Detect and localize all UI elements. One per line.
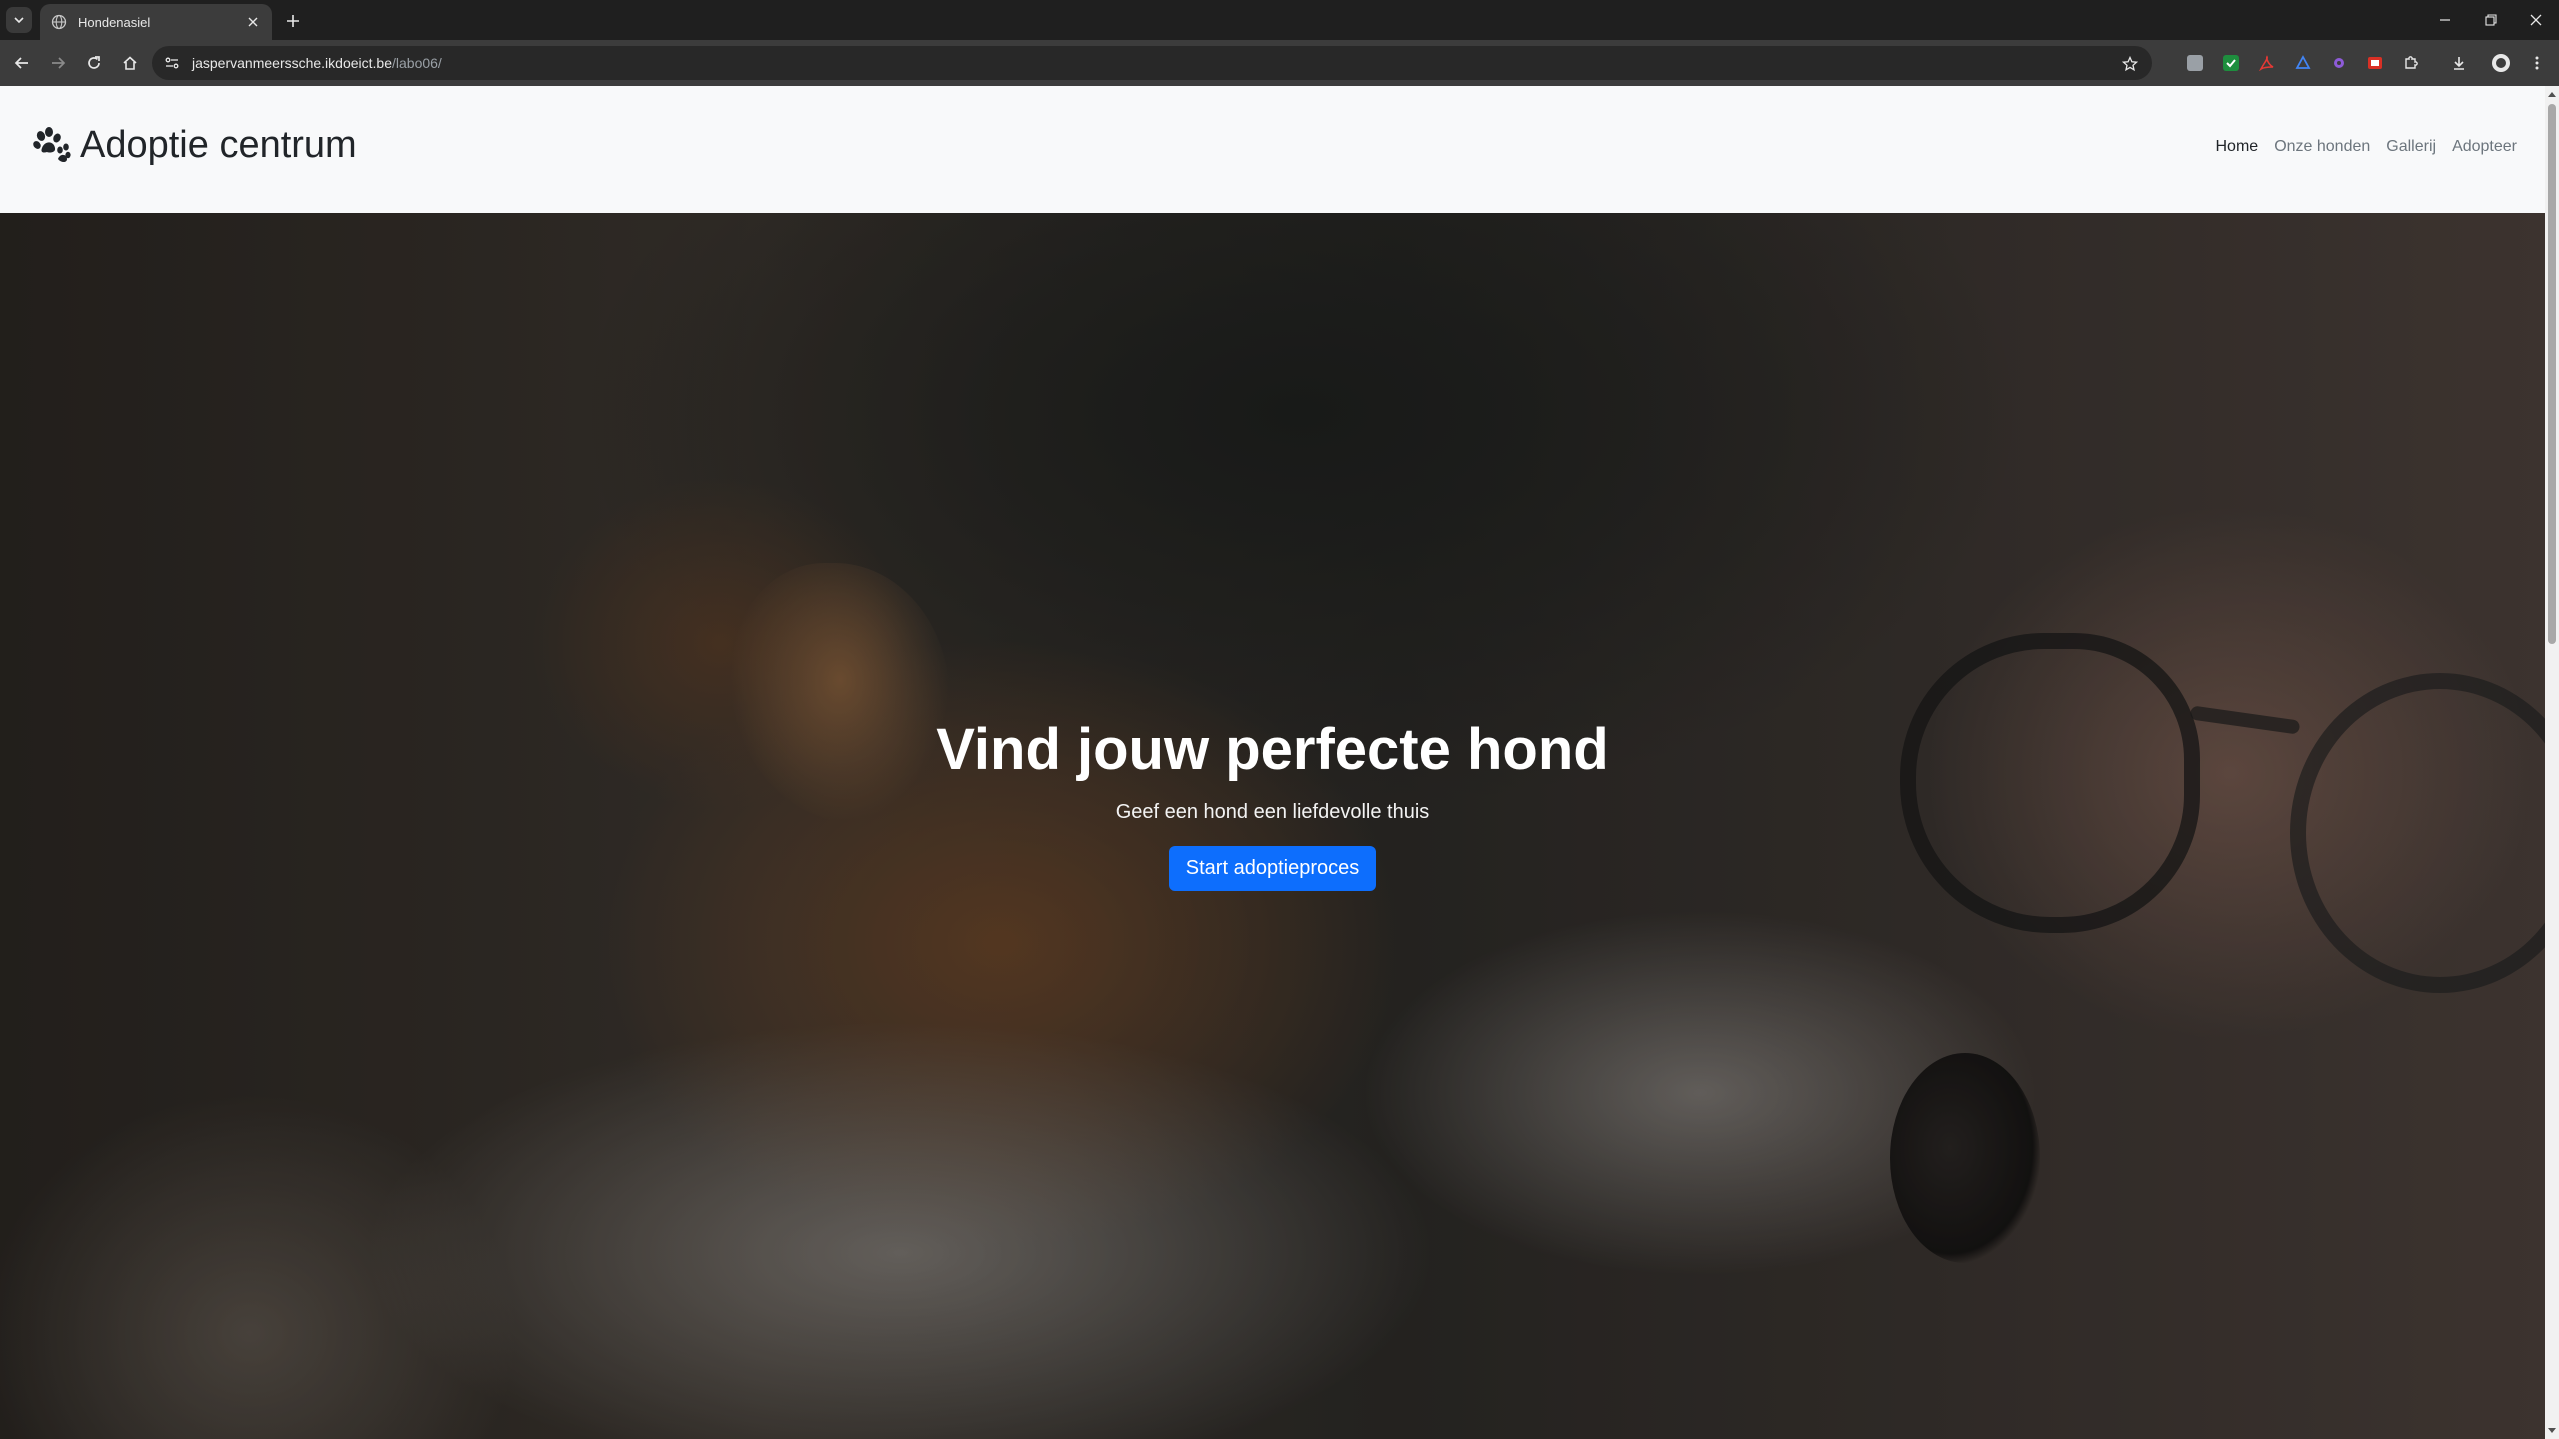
site-navbar: Adoptie centrum Home Onze honden Galleri… <box>0 86 2545 213</box>
arrow-right-icon <box>52 57 66 69</box>
extension-pdf-red-icon[interactable] <box>2256 52 2278 74</box>
start-adoption-button[interactable]: Start adoptieproces <box>1168 845 1377 891</box>
forward-button[interactable] <box>44 49 72 77</box>
new-tab-button[interactable] <box>280 8 306 34</box>
nav-link-gallerij[interactable]: Gallerij <box>2378 138 2444 156</box>
menu-dots-icon[interactable] <box>2526 52 2548 74</box>
scrollbar-thumb[interactable] <box>2548 104 2556 644</box>
close-tab-button[interactable] <box>242 11 264 33</box>
scroll-down-arrow-icon[interactable] <box>2547 1426 2557 1436</box>
profile-avatar-icon[interactable] <box>2490 52 2512 74</box>
brand-link[interactable]: Adoptie centrum <box>32 124 357 167</box>
hero-title: Vind jouw perfecte hond <box>936 716 1609 782</box>
minimize-icon <box>2440 19 2450 21</box>
hero-content: Vind jouw perfecte hond Geef een hond ee… <box>0 213 2545 1439</box>
web-page: Adoptie centrum Home Onze honden Galleri… <box>0 86 2545 1439</box>
extension-purple-gear-icon[interactable] <box>2328 52 2350 74</box>
globe-icon <box>50 13 68 31</box>
url-path: /labo06/ <box>392 55 442 71</box>
url-host: jaspervanmeerssche.ikdoeict.be <box>192 55 392 71</box>
nav-link-adopteer[interactable]: Adopteer <box>2444 138 2525 156</box>
download-icon[interactable] <box>2448 52 2470 74</box>
extension-red-box-icon[interactable] <box>2364 52 2386 74</box>
puzzle-icon[interactable] <box>2400 52 2422 74</box>
extension-green-check-icon[interactable] <box>2220 52 2242 74</box>
bookmark-star-icon[interactable] <box>2118 52 2142 76</box>
browser-tab[interactable]: Hondenasiel <box>40 4 272 40</box>
nav-link-onze-honden[interactable]: Onze honden <box>2266 138 2378 156</box>
extension-gray-icon[interactable] <box>2184 52 2206 74</box>
close-window-button[interactable] <box>2513 0 2559 40</box>
home-icon <box>123 56 137 70</box>
minimize-button[interactable] <box>2422 0 2468 40</box>
reload-button[interactable] <box>80 49 108 77</box>
page-scrollbar[interactable] <box>2545 86 2559 1439</box>
restore-button[interactable] <box>2468 0 2514 40</box>
hero-subtitle: Geef een hond een liefdevolle thuis <box>1115 800 1430 823</box>
tab-strip: Hondenasiel <box>0 0 2559 40</box>
address-bar[interactable]: jaspervanmeerssche.ikdoeict.be/labo06/ <box>152 46 2152 80</box>
browser-toolbar: jaspervanmeerssche.ikdoeict.be/labo06/ <box>0 40 2559 86</box>
brand-name: Adoptie centrum <box>80 124 357 166</box>
site-info-icon[interactable] <box>162 53 182 73</box>
hero-section: Vind jouw perfecte hond Geef een hond ee… <box>0 213 2545 1439</box>
extension-blue-drive-icon[interactable] <box>2292 52 2314 74</box>
home-button[interactable] <box>116 49 144 77</box>
tab-title: Hondenasiel <box>78 14 151 30</box>
close-icon <box>2530 14 2542 26</box>
scroll-up-arrow-icon[interactable] <box>2547 89 2557 99</box>
arrow-left-icon <box>14 57 28 69</box>
tab-search-button[interactable] <box>6 7 32 33</box>
plus-icon <box>287 15 299 27</box>
nav-links: Home Onze honden Gallerij Adopteer <box>2208 138 2526 156</box>
paw-icon <box>33 126 71 162</box>
back-button[interactable] <box>8 49 36 77</box>
reload-icon <box>88 56 100 69</box>
chevron-down-icon <box>14 17 24 24</box>
close-icon <box>248 17 258 27</box>
restore-icon <box>2485 14 2497 26</box>
url-text: jaspervanmeerssche.ikdoeict.be/labo06/ <box>192 55 442 71</box>
nav-link-home[interactable]: Home <box>2208 138 2267 156</box>
